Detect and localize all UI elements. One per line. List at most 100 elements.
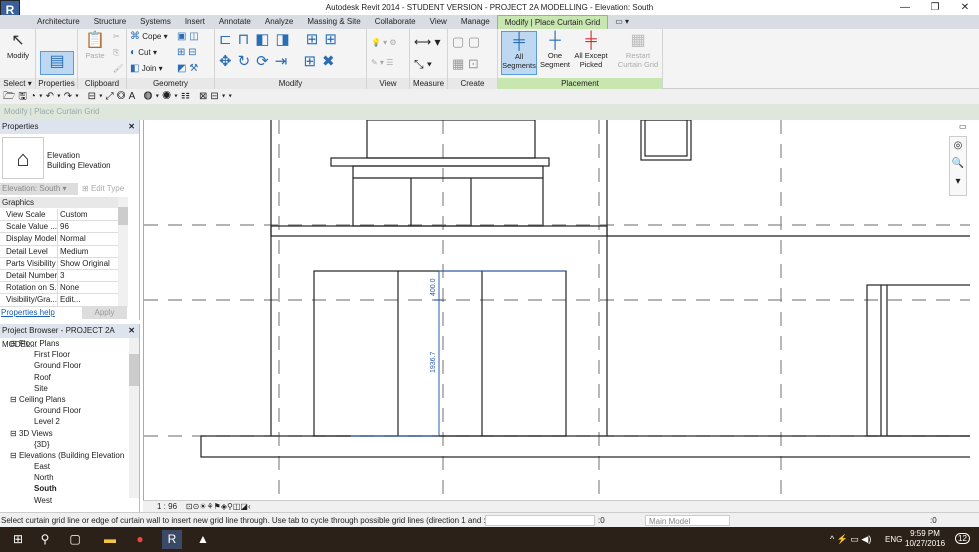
quick-access-toolbar[interactable]: 🗁🖫◔▾↶▾↷▾ ⊟▾⤢◎A ◍▾◉▾☷ ⊠⊟▾▾ [0, 89, 979, 104]
photos-icon[interactable]: ▲ [193, 530, 213, 549]
tab-systems[interactable]: Systems [133, 15, 178, 29]
workset-dropdown[interactable] [485, 515, 595, 526]
tab-structure[interactable]: Structure [87, 15, 133, 29]
property-row[interactable]: Detail Level Medium [0, 245, 118, 258]
language-indicator[interactable]: ENG [885, 535, 902, 544]
properties-help-link[interactable]: Properties help [1, 308, 55, 317]
properties-header: Properties ✕ [0, 120, 139, 134]
maximize-button[interactable]: ❐ [920, 0, 950, 15]
minimize-button[interactable]: — [890, 0, 920, 15]
browser-item[interactable]: Ground Floor [0, 360, 128, 371]
task-view-icon[interactable]: ▢ [65, 530, 85, 549]
properties-scrollbar[interactable] [118, 197, 128, 307]
geometry-tools-icon[interactable]: ▣ ◫ ⊞ ⊟ ◩ ⚒ [177, 29, 199, 77]
cut-clipboard-icon[interactable]: ✂ ⎘ 🖌 [113, 29, 123, 77]
browser-item[interactable]: East [0, 461, 128, 472]
property-value[interactable]: 96 [58, 221, 69, 232]
all-except-picked-button[interactable]: ╪ All Except Picked [572, 31, 610, 75]
property-value[interactable]: Normal [58, 233, 86, 244]
collapse-icon[interactable]: ⊟ [10, 451, 19, 460]
collapse-icon[interactable]: ⊟ [10, 339, 19, 348]
view-scale[interactable]: 1 : 96 [157, 502, 177, 511]
apply-button[interactable]: Apply [82, 306, 127, 319]
browser-item[interactable]: Roof [0, 372, 128, 383]
revit-taskbar-icon[interactable]: R [162, 530, 182, 549]
browser-item[interactable]: West [0, 495, 128, 506]
browser-item[interactable]: Level 2 [0, 416, 128, 427]
start-icon[interactable]: ⊞ [8, 530, 28, 549]
property-value[interactable]: Custom [58, 209, 88, 220]
search-icon[interactable]: ⚲ [35, 530, 55, 549]
dimension-bottom[interactable]: 1936.7 [430, 351, 437, 373]
tab-annotate[interactable]: Annotate [212, 15, 258, 29]
close-browser-icon[interactable]: ✕ [128, 324, 135, 338]
one-segment-button[interactable]: ┼ One Segment [538, 31, 572, 75]
browser-item[interactable]: ⊟ Ceiling Plans [0, 394, 128, 405]
browser-item[interactable]: Site [0, 383, 128, 394]
paste-button[interactable]: 📋 Paste [78, 31, 112, 75]
browser-item[interactable]: {3D} [0, 439, 128, 450]
all-segments-button[interactable]: ╪ All Segments [501, 31, 537, 75]
modify-tools-icon[interactable]: ⊏⊓◧◨ ⊞⊞ ✥↻⟳⇥ ⊞✖ [219, 29, 343, 73]
chrome-icon[interactable]: ● [130, 530, 150, 549]
filter-count[interactable]: :0 [930, 513, 937, 528]
select-dropdown[interactable]: Select ▾ [0, 78, 35, 89]
measure-icon[interactable]: ⟷ ▾ ⤡ ▾ [414, 31, 441, 75]
graphics-section-header[interactable]: Graphics [0, 197, 118, 208]
cut-button[interactable]: ◐ Cut ▾ [130, 45, 157, 61]
create-tools-icon[interactable]: ▢ ▢ ▦ ⊡ [452, 31, 480, 75]
browser-scrollbar[interactable] [129, 338, 139, 498]
property-row[interactable]: Scale Value ... 96 [0, 221, 118, 234]
join-button[interactable]: ◧ Join ▾ [130, 61, 163, 77]
tab-insert[interactable]: Insert [178, 15, 212, 29]
property-row[interactable]: View Scale Custom [0, 209, 118, 222]
tray-icons[interactable]: ^ ⚡ ▭ ◀) [830, 534, 871, 545]
restore-view-icon[interactable]: ▭ [959, 122, 967, 131]
properties-button[interactable]: ▤ [40, 51, 74, 75]
dimension-top[interactable]: 400.0 [430, 278, 437, 296]
property-row[interactable]: Visibility/Gra... Edit... [0, 294, 118, 307]
tab-view[interactable]: View [423, 15, 454, 29]
property-value[interactable]: Medium [58, 246, 88, 257]
navigation-bar[interactable]: ◎ 🔍 ▾ [949, 136, 967, 196]
view-tools-icon[interactable]: 💡 ▾ ⚙ ✎ ▾ ☰ [371, 33, 397, 73]
file-explorer-icon[interactable]: ▬ [100, 530, 120, 549]
tab-architecture[interactable]: Architecture [30, 15, 87, 29]
drawing-canvas[interactable]: 400.0 1936.7 ◎ 🔍 ▾ ▭ [143, 119, 972, 500]
property-row[interactable]: Parts Visibility Show Original [0, 257, 118, 270]
browser-item[interactable]: ⊟ Floor Plans [0, 338, 128, 349]
tab-collaborate[interactable]: Collaborate [368, 15, 423, 29]
collapse-icon[interactable]: ⊟ [10, 395, 19, 404]
restart-curtain-grid-button[interactable]: ▦ Restart Curtain Grid [616, 31, 660, 75]
property-value[interactable]: None [58, 282, 79, 293]
notifications-badge[interactable]: 12 [955, 533, 970, 544]
modify-button[interactable]: ↖ Modify [1, 31, 35, 75]
type-selector[interactable]: Elevation: South ▾ [0, 183, 78, 195]
browser-item[interactable]: First Floor [0, 349, 128, 360]
tab-modify-place-curtain-grid[interactable]: Modify | Place Curtain Grid [496, 15, 609, 29]
tab-massing-site[interactable]: Massing & Site [300, 15, 367, 29]
tab-manage[interactable]: Manage [454, 15, 497, 29]
edit-type-button[interactable]: ⊞ Edit Type [82, 183, 124, 195]
design-option-dropdown[interactable]: Main Model [645, 515, 730, 526]
tab-analyze[interactable]: Analyze [258, 15, 300, 29]
property-value[interactable]: 3 [58, 270, 64, 281]
collapse-icon[interactable]: ⊟ [10, 429, 19, 438]
cope-button[interactable]: ⌘ Cope ▾ [130, 29, 168, 45]
property-row[interactable]: Rotation on S... None [0, 282, 118, 295]
view-control-icons[interactable]: ⊡⊙☀⚘⚑◈⚲◫◪‹ [186, 502, 251, 511]
close-properties-icon[interactable]: ✕ [128, 120, 135, 134]
property-value[interactable]: Edit... [58, 294, 80, 305]
property-row[interactable]: Detail Number 3 [0, 269, 118, 283]
browser-item[interactable]: ⊟ Elevations (Building Elevation [0, 450, 128, 461]
tab-panel-toggle[interactable]: ▭ ▾ [608, 15, 636, 29]
close-button[interactable]: ✕ [950, 0, 979, 15]
browser-item[interactable]: South [0, 483, 128, 494]
browser-item[interactable]: Ground Floor [0, 405, 128, 416]
property-value[interactable]: Show Original [58, 258, 110, 269]
browser-item[interactable]: ⊟ 3D Views [0, 428, 128, 439]
browser-item-label: Elevations (Building Elevation [18, 450, 125, 460]
browser-item[interactable]: North [0, 472, 128, 483]
clock[interactable]: 9:59 PM 10/27/2016 [905, 529, 945, 549]
property-row[interactable]: Display Model Normal [0, 233, 118, 246]
